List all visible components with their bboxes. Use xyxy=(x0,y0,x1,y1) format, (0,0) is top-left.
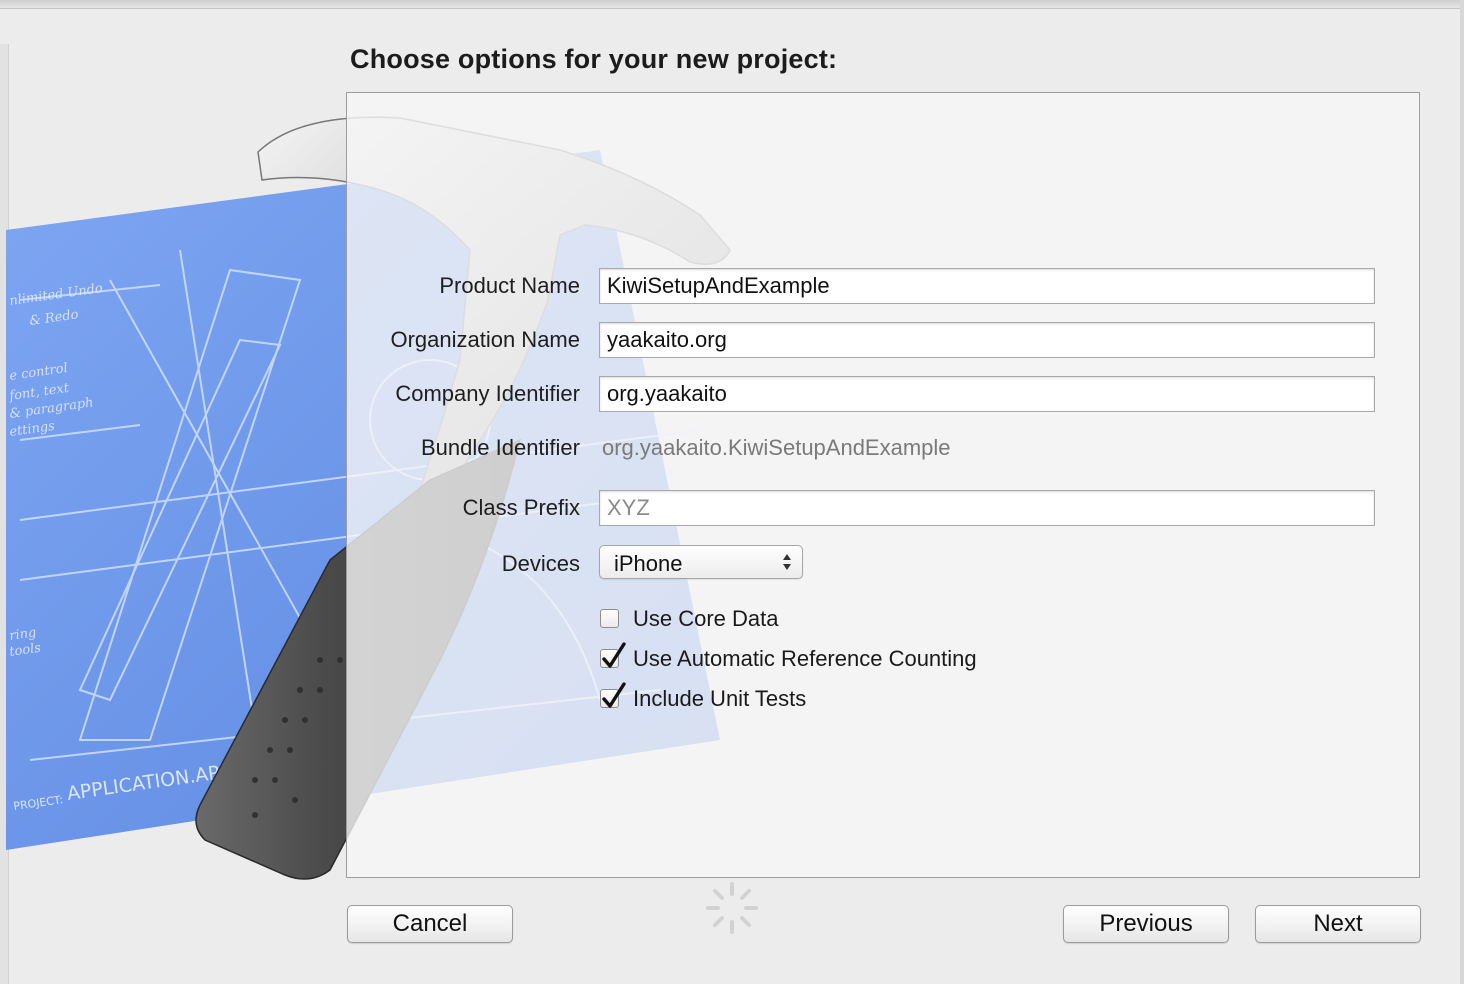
checkmark-icon xyxy=(602,642,626,668)
use-arc-checkbox[interactable] xyxy=(600,642,626,668)
include-unit-tests-label: Include Unit Tests xyxy=(633,686,807,711)
next-button[interactable]: Next xyxy=(1255,905,1421,943)
product-name-label: Product Name xyxy=(439,273,580,298)
svg-text:ettings: ettings xyxy=(8,419,56,440)
organization-name-label: Organization Name xyxy=(390,327,580,352)
company-identifier-label: Company Identifier xyxy=(395,381,580,406)
use-core-data-checkbox[interactable] xyxy=(600,609,619,628)
include-unit-tests-option[interactable]: Include Unit Tests xyxy=(598,682,1098,716)
svg-text:ring: ring xyxy=(8,625,37,644)
company-identifier-row: Company Identifier xyxy=(346,374,1420,414)
use-arc-label: Use Automatic Reference Counting xyxy=(633,646,977,671)
options-panel xyxy=(346,92,1420,878)
svg-text:font, text: font, text xyxy=(7,381,70,404)
class-prefix-field[interactable] xyxy=(599,490,1375,526)
window-right-edge xyxy=(1460,0,1464,984)
svg-text:& paragraph: & paragraph xyxy=(8,395,94,422)
bundle-identifier-row: Bundle Identifier org.yaakaito.KiwiSetup… xyxy=(346,428,1420,468)
use-core-data-label: Use Core Data xyxy=(633,606,779,631)
bundle-identifier-label: Bundle Identifier xyxy=(421,435,580,460)
devices-label: Devices xyxy=(501,551,580,576)
svg-text:APPLICATION.APP: APPLICATION.APP xyxy=(66,760,233,805)
cancel-button[interactable]: Cancel xyxy=(347,905,513,943)
bundle-identifier-value: org.yaakaito.KiwiSetupAndExample xyxy=(602,435,951,460)
svg-text:tools: tools xyxy=(8,641,42,660)
use-core-data-option[interactable]: Use Core Data xyxy=(598,604,1098,636)
organization-name-row: Organization Name xyxy=(346,320,1420,360)
devices-popup-button[interactable]: iPhone xyxy=(599,545,803,579)
dialog-title: Choose options for your new project: xyxy=(350,44,838,74)
svg-text:PROJECT:: PROJECT: xyxy=(13,793,64,813)
devices-row: Devices iPhone xyxy=(346,544,1420,584)
progress-spinner-icon xyxy=(706,882,758,934)
window-left-edge xyxy=(0,44,9,984)
svg-text:e control: e control xyxy=(8,361,68,384)
product-name-row: Product Name xyxy=(346,266,1420,306)
checkmark-icon xyxy=(602,682,626,708)
organization-name-field[interactable] xyxy=(599,322,1375,358)
window-title-bar xyxy=(0,0,1464,9)
product-name-field[interactable] xyxy=(599,268,1375,304)
devices-selected-value: iPhone xyxy=(614,551,683,576)
class-prefix-label: Class Prefix xyxy=(462,495,580,520)
previous-button[interactable]: Previous xyxy=(1063,905,1229,943)
company-identifier-field[interactable] xyxy=(599,376,1375,412)
svg-text:& Redo: & Redo xyxy=(28,307,79,329)
class-prefix-row: Class Prefix xyxy=(346,488,1420,528)
include-unit-tests-checkbox[interactable] xyxy=(600,682,626,708)
svg-text:nlimited Undo: nlimited Undo xyxy=(8,281,103,309)
up-down-arrows-icon xyxy=(783,554,791,570)
use-arc-option[interactable]: Use Automatic Reference Counting xyxy=(598,642,1098,676)
